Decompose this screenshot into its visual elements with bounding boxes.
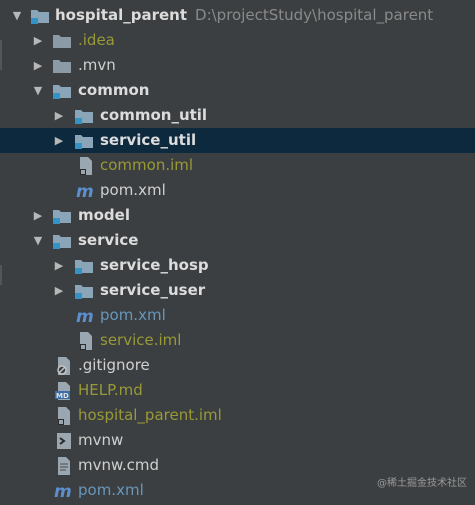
svg-text:m: m — [54, 482, 72, 501]
item-label: mvnw.cmd — [78, 456, 160, 474]
chevron-down-icon[interactable]: ▼ — [9, 3, 25, 28]
item-label: service_hosp — [100, 256, 209, 274]
chevron-right-icon[interactable]: ▶ — [30, 203, 46, 228]
iml-file-icon — [76, 156, 96, 176]
tree-row-mvnw[interactable]: mvnw — [0, 428, 475, 453]
maven-pom-icon: m — [76, 306, 96, 327]
tree-row-service-util[interactable]: ▶ service_util — [0, 128, 475, 153]
root-label: hospital_parent D:\projectStudy\hospital_… — [55, 3, 433, 28]
module-folder-icon — [74, 106, 94, 126]
module-folder-icon — [52, 81, 72, 101]
left-edge-divider — [0, 40, 2, 70]
maven-pom-icon: m — [54, 481, 74, 502]
watermark: @稀土掘金技术社区 — [377, 478, 467, 489]
markdown-file-icon: MD — [54, 381, 74, 401]
tree-row-gitignore[interactable]: .gitignore — [0, 353, 475, 378]
folder-icon — [52, 56, 72, 76]
module-folder-icon — [74, 281, 94, 301]
module-folder-icon — [52, 206, 72, 226]
chevron-right-icon[interactable]: ▶ — [51, 278, 67, 303]
tree-row-idea[interactable]: ▶ .idea — [0, 28, 475, 53]
item-label: hospital_parent.iml — [78, 406, 222, 424]
root-path: D:\projectStudy\hospital_parent — [195, 6, 434, 24]
chevron-right-icon[interactable]: ▶ — [51, 103, 67, 128]
item-label: pom.xml — [100, 181, 166, 199]
iml-file-icon — [76, 331, 96, 351]
maven-pom-icon: m — [76, 181, 96, 202]
module-folder-icon — [74, 131, 94, 151]
chevron-down-icon[interactable]: ▼ — [30, 78, 46, 103]
tree-row-root-iml[interactable]: hospital_parent.iml — [0, 403, 475, 428]
tree-row-common-iml[interactable]: common.iml — [0, 153, 475, 178]
tree-row-mvnw-cmd[interactable]: mvnw.cmd — [0, 453, 475, 478]
item-label: common — [78, 81, 150, 99]
item-label: service_user — [100, 281, 206, 299]
item-label: mvnw — [78, 431, 124, 449]
iml-file-icon — [54, 406, 74, 426]
item-label: .gitignore — [78, 356, 150, 374]
tree-row-common-util[interactable]: ▶ common_util — [0, 103, 475, 128]
item-label: common.iml — [100, 156, 194, 174]
folder-icon — [52, 31, 72, 51]
item-label: .mvn — [78, 56, 116, 74]
text-file-icon — [54, 456, 74, 476]
tree-row-mvn[interactable]: ▶ .mvn — [0, 53, 475, 78]
chevron-right-icon[interactable]: ▶ — [30, 53, 46, 78]
svg-text:m: m — [76, 182, 94, 201]
tree-row-common-pom[interactable]: m pom.xml — [0, 178, 475, 203]
tree-row-service-iml[interactable]: service.iml — [0, 328, 475, 353]
chevron-right-icon[interactable]: ▶ — [30, 28, 46, 53]
tree-row-service-user[interactable]: ▶ service_user — [0, 278, 475, 303]
item-label: pom.xml — [100, 306, 166, 324]
item-label: service_util — [100, 131, 197, 149]
item-label: HELP.md — [78, 381, 143, 399]
tree-row-model[interactable]: ▶ model — [0, 203, 475, 228]
item-label: model — [78, 206, 130, 224]
chevron-right-icon[interactable]: ▶ — [51, 128, 67, 153]
item-label: pom.xml — [78, 481, 144, 499]
module-folder-icon — [30, 6, 50, 26]
tree-row-service-pom[interactable]: m pom.xml — [0, 303, 475, 328]
item-label: service — [78, 231, 139, 249]
tree-row-root[interactable]: ▼ hospital_parent D:\projectStudy\hospita… — [0, 3, 475, 28]
chevron-down-icon[interactable]: ▼ — [30, 228, 46, 253]
tree-row-service[interactable]: ▼ service — [0, 228, 475, 253]
module-folder-icon — [52, 231, 72, 251]
gitignore-file-icon — [54, 356, 74, 376]
tree-row-service-hosp[interactable]: ▶ service_hosp — [0, 253, 475, 278]
svg-text:m: m — [76, 307, 94, 326]
project-tree: ▼ hospital_parent D:\projectStudy\hospita… — [0, 0, 475, 502]
item-label: common_util — [100, 106, 208, 124]
chevron-right-icon[interactable]: ▶ — [51, 253, 67, 278]
module-folder-icon — [74, 256, 94, 276]
shell-script-icon — [54, 431, 74, 451]
item-label: service.iml — [100, 331, 182, 349]
left-edge-divider — [0, 265, 2, 285]
tree-row-common[interactable]: ▼ common — [0, 78, 475, 103]
svg-text:MD: MD — [56, 392, 69, 400]
root-name: hospital_parent — [55, 6, 188, 24]
tree-row-help-md[interactable]: MD HELP.md — [0, 378, 475, 403]
item-label: .idea — [78, 31, 115, 49]
